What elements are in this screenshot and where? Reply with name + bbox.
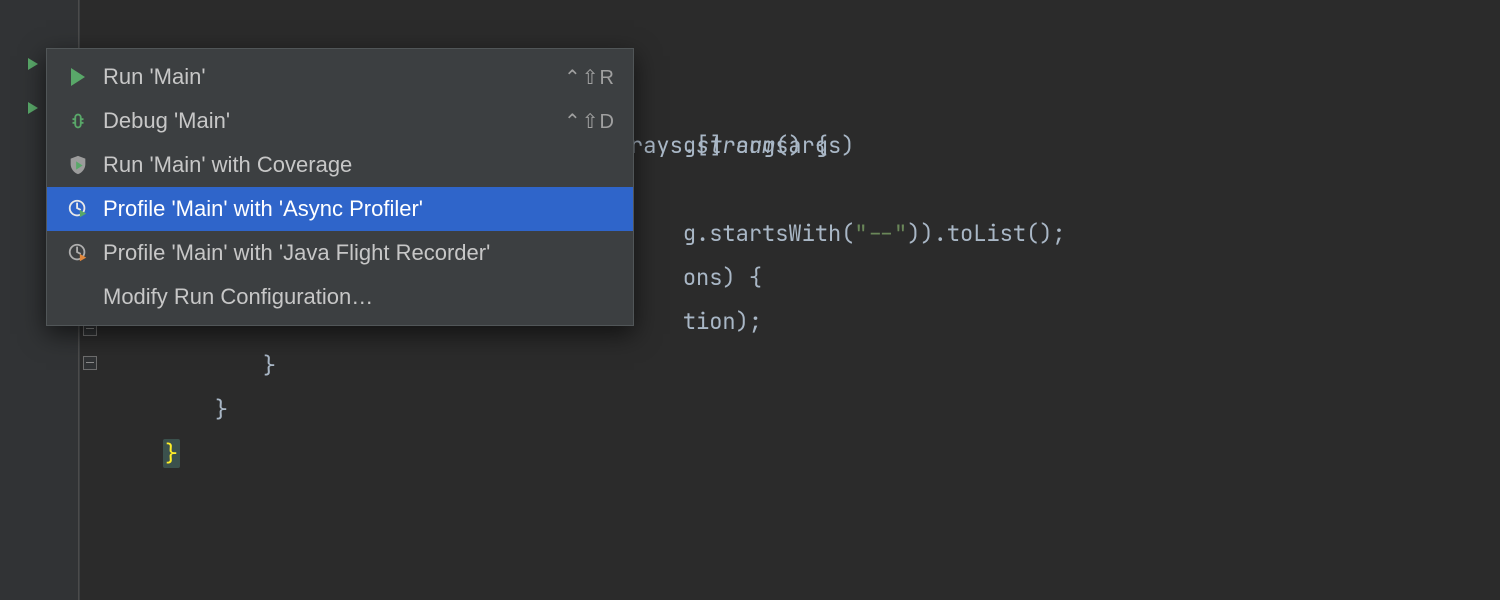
menu-item-label: Debug 'Main' — [103, 108, 564, 134]
menu-item-debug[interactable]: Debug 'Main' ⌃⇧D — [47, 99, 633, 143]
code-line: } — [162, 344, 1500, 388]
menu-item-shortcut: ⌃⇧D — [564, 109, 615, 134]
play-icon — [65, 64, 91, 90]
code-line: g.startsWith("--")).toList(); — [630, 168, 1500, 212]
code-line: g[] args) { — [630, 80, 1500, 124]
menu-item-shortcut: ⌃⇧R — [564, 65, 615, 90]
bug-icon — [65, 108, 91, 134]
menu-item-profile-async[interactable]: Profile 'Main' with 'Async Profiler' — [47, 187, 633, 231]
menu-item-label: Profile 'Main' with 'Async Profiler' — [103, 196, 615, 222]
menu-item-run-coverage[interactable]: Run 'Main' with Coverage — [47, 143, 633, 187]
run-gutter-icon[interactable] — [28, 102, 48, 122]
menu-item-run[interactable]: Run 'Main' ⌃⇧R — [47, 55, 633, 99]
menu-item-label: Profile 'Main' with 'Java Flight Recorde… — [103, 240, 615, 266]
menu-item-label: Run 'Main' — [103, 64, 564, 90]
menu-item-label: Modify Run Configuration… — [103, 284, 615, 310]
blank-icon — [65, 284, 91, 310]
menu-item-modify-run-config[interactable]: Modify Run Configuration… — [47, 275, 633, 319]
profiler-play-icon — [65, 196, 91, 222]
fold-collapse-icon[interactable] — [83, 356, 97, 370]
profiler-play-alt-icon — [65, 240, 91, 266]
code-line: rays.stream(args) — [630, 124, 1500, 168]
code-line: } — [110, 388, 1500, 432]
shield-play-icon — [65, 152, 91, 178]
code-line: tion); — [630, 256, 1500, 300]
menu-item-profile-jfr[interactable]: Profile 'Main' with 'Java Flight Recorde… — [47, 231, 633, 275]
menu-item-label: Run 'Main' with Coverage — [103, 152, 615, 178]
run-context-menu: Run 'Main' ⌃⇧R Debug 'Main' ⌃⇧D Run 'Mai… — [46, 48, 634, 326]
code-line: ons) { — [630, 212, 1500, 256]
run-gutter-icon[interactable] — [28, 58, 48, 78]
